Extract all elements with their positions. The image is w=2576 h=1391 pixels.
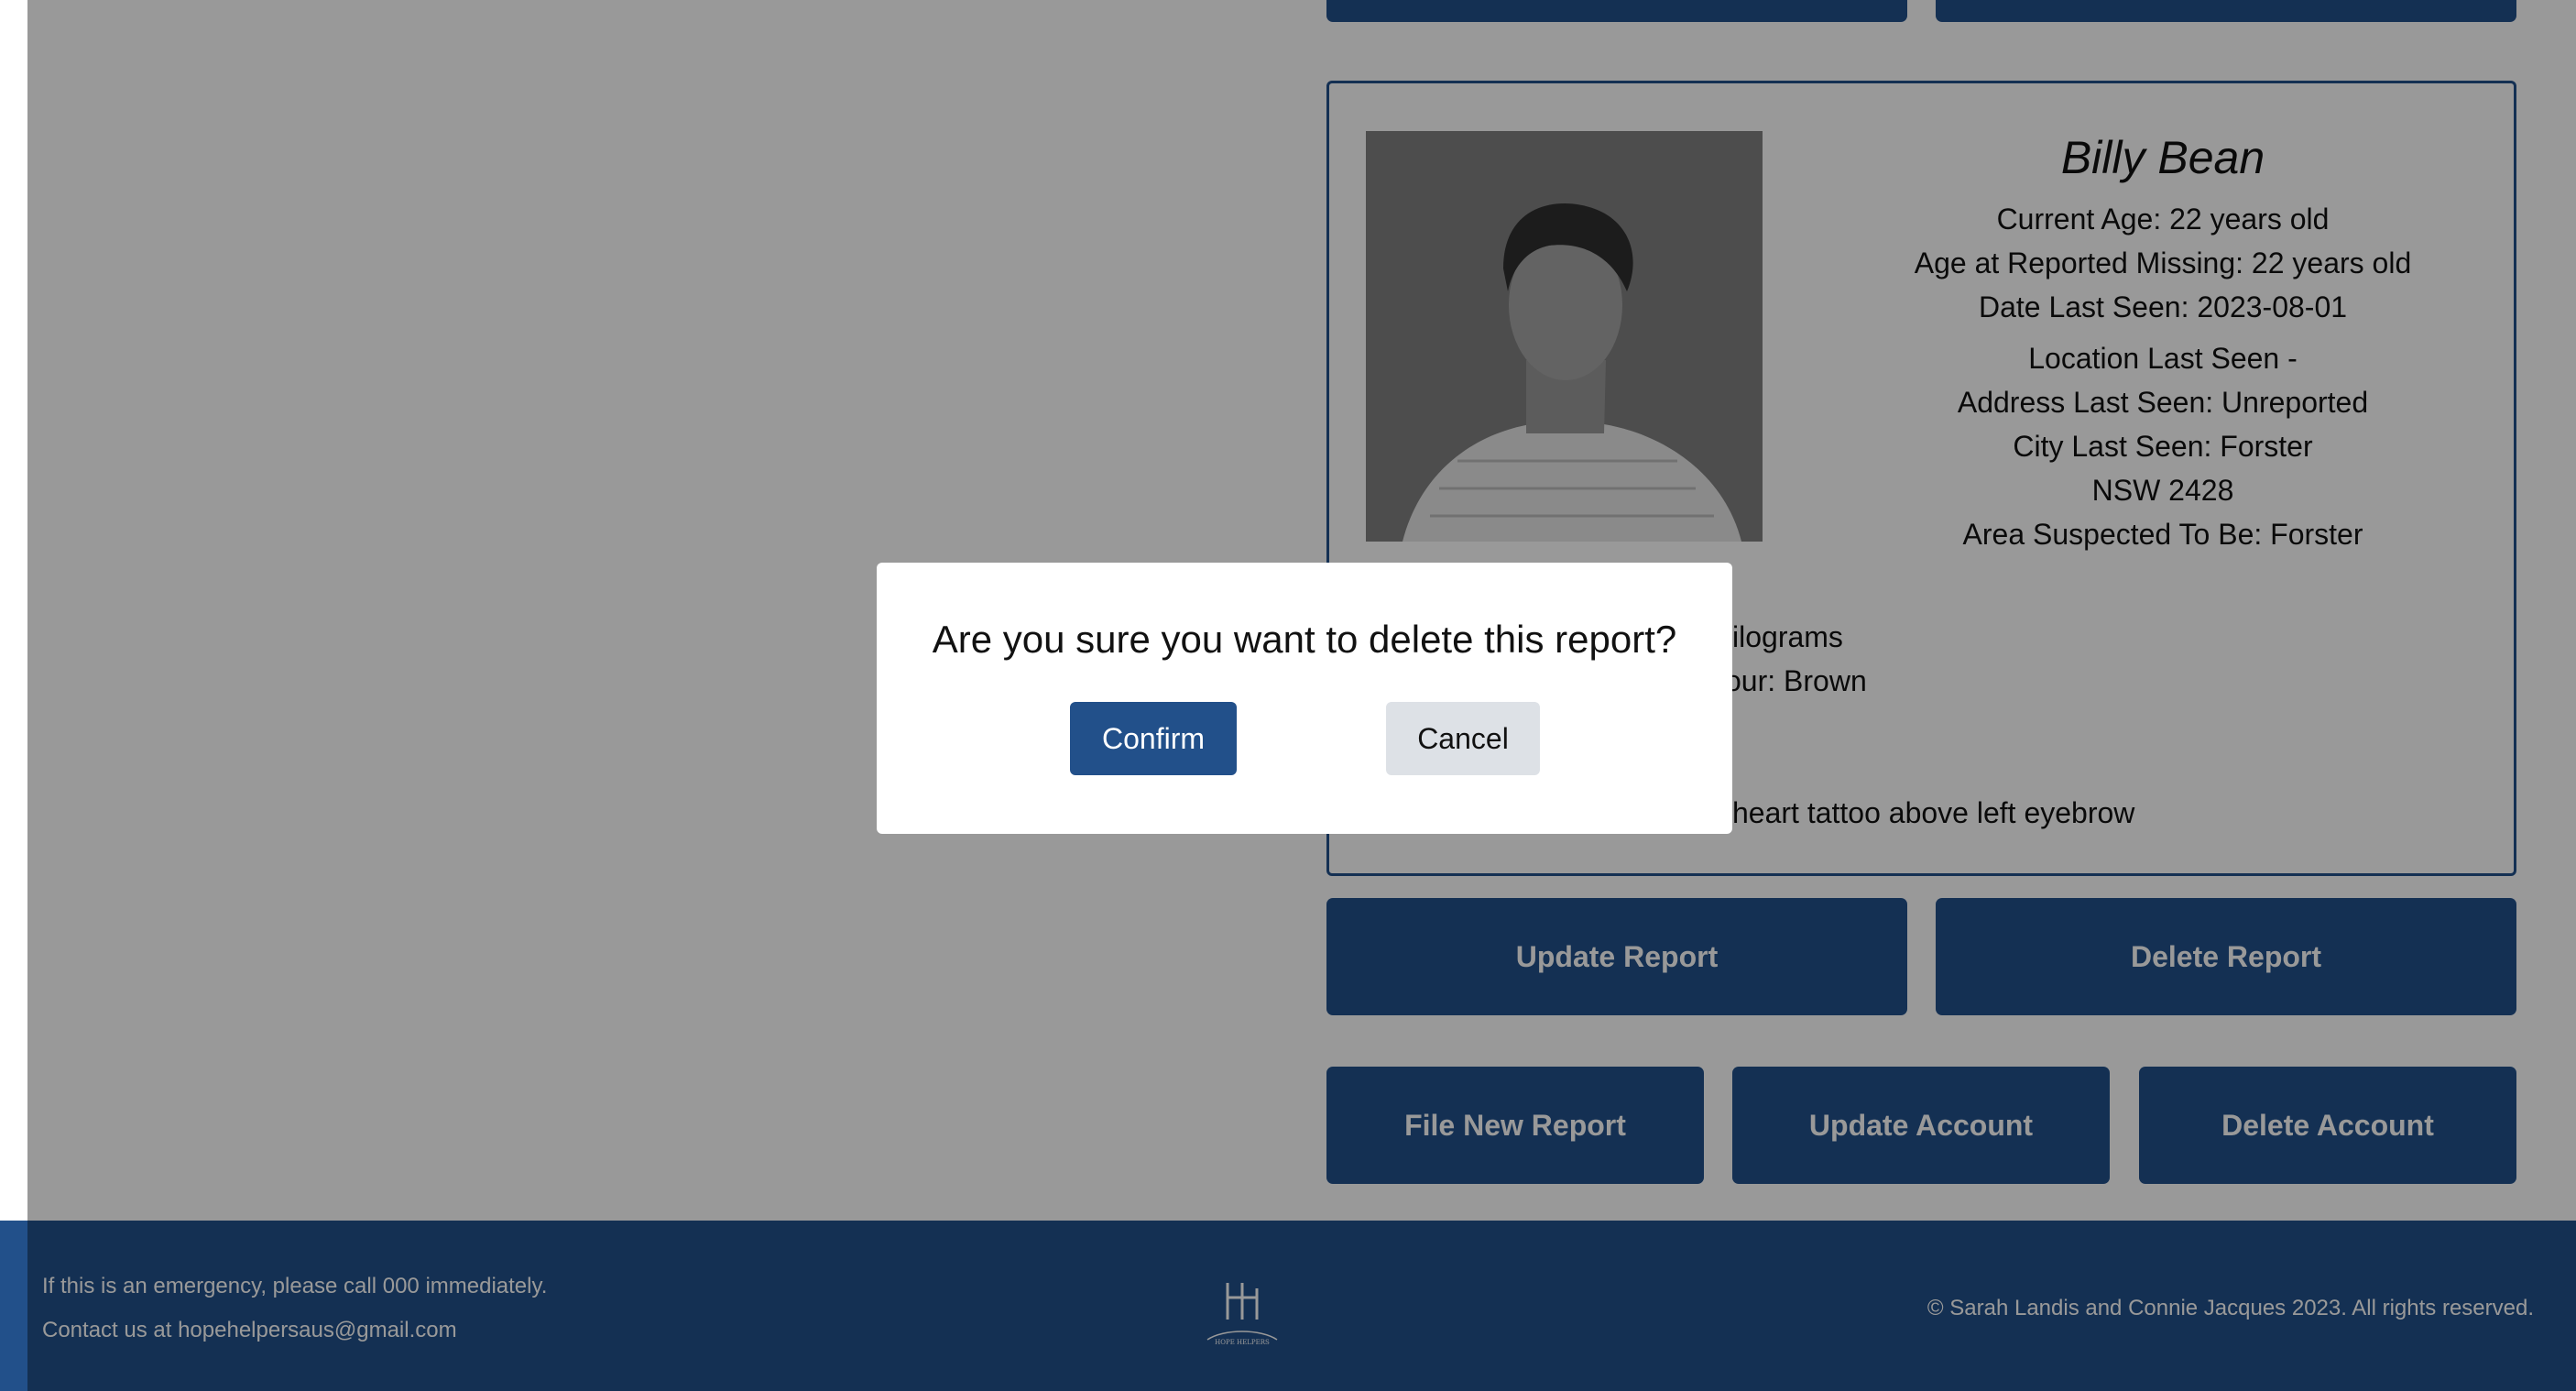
dialog-question: Are you sure you want to delete this rep… (932, 618, 1677, 661)
delete-confirm-dialog: Are you sure you want to delete this rep… (877, 563, 1732, 834)
cancel-button[interactable]: Cancel (1386, 702, 1540, 775)
confirm-button[interactable]: Confirm (1070, 702, 1237, 775)
page: Billy Bean Current Age: 22 years old Age… (0, 0, 2576, 1391)
